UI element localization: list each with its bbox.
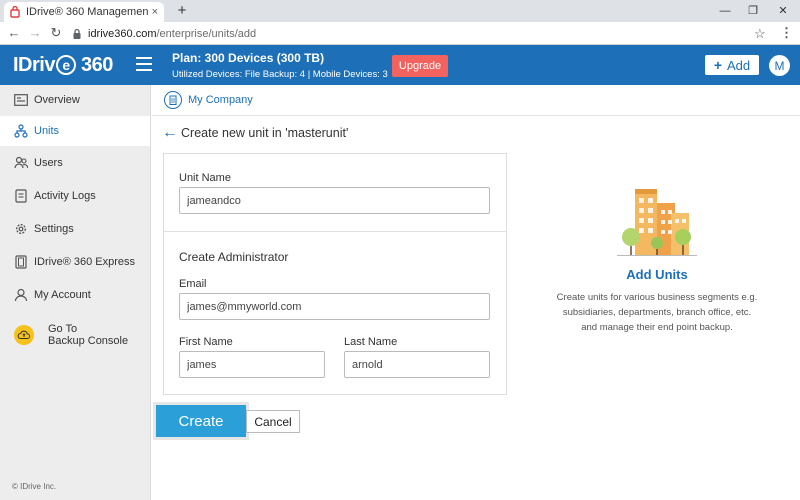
breadcrumb: My Company — [152, 85, 800, 116]
users-icon — [14, 156, 28, 170]
tab-title: IDrive® 360 Management Conso — [26, 6, 148, 18]
idrive360-logo[interactable]: IDriv e 360 — [13, 52, 113, 78]
browser-menu-icon[interactable]: ⋮ — [780, 25, 793, 41]
overview-icon — [14, 93, 28, 107]
last-name-field[interactable] — [344, 351, 490, 378]
account-icon — [14, 288, 28, 302]
first-name-label: First Name — [179, 336, 233, 348]
promo-description: Create units for various business segmen… — [552, 290, 762, 335]
unit-form-card: Unit Name Create Administrator Email Fir… — [163, 153, 507, 395]
address-bar: ← → ↻ idrive360.com/enterprise/units/add… — [0, 22, 800, 45]
email-label: Email — [179, 278, 207, 290]
unit-name-input[interactable] — [179, 187, 490, 214]
sidebar-item-label: Activity Logs — [34, 190, 96, 202]
first-name-field[interactable] — [179, 351, 325, 378]
url-path: /enterprise/units/add — [156, 27, 257, 40]
promo-line-1: Create units for various business segmen… — [556, 292, 758, 303]
brand-prefix: IDriv — [13, 53, 55, 76]
bookmark-star-icon[interactable]: ☆ — [754, 26, 766, 42]
main-content: My Company ← Create new unit in 'masteru… — [152, 85, 800, 500]
units-icon — [14, 124, 28, 138]
promo-title: Add Units — [626, 267, 688, 282]
last-name-label: Last Name — [344, 336, 398, 348]
avatar[interactable]: M — [769, 55, 790, 76]
add-button[interactable]: + Add — [705, 55, 759, 75]
browser-tab-bar: IDrive® 360 Management Conso × + — ❐ ✕ — [0, 0, 800, 22]
company-link[interactable]: My Company — [188, 94, 253, 106]
sidebar-item-express[interactable]: IDrive® 360 Express — [0, 247, 150, 277]
email-field[interactable] — [179, 293, 490, 320]
activity-logs-icon — [14, 189, 28, 203]
sidebar: Overview Units Users Activity Logs Setti… — [0, 85, 151, 500]
upgrade-button[interactable]: Upgrade — [392, 55, 448, 77]
sidebar-item-label: IDrive® 360 Express — [34, 256, 136, 268]
company-building-icon — [164, 91, 182, 109]
brand-e: e — [55, 55, 76, 75]
unit-name-label: Unit Name — [179, 172, 231, 184]
sidebar-item-activity-logs[interactable]: Activity Logs — [0, 181, 150, 211]
minimize-button[interactable]: — — [710, 0, 740, 22]
tab-close-icon[interactable]: × — [152, 6, 158, 18]
sidebar-item-backup-console[interactable]: Go To Backup Console — [0, 318, 150, 352]
backup-console-label: Go To Backup Console — [48, 323, 128, 347]
sidebar-item-units[interactable]: Units — [0, 116, 150, 146]
gear-icon — [14, 222, 28, 236]
browser-tab[interactable]: IDrive® 360 Management Conso × — [4, 2, 164, 22]
new-tab-button[interactable]: + — [174, 2, 190, 20]
sidebar-item-label: Settings — [34, 223, 74, 235]
plus-icon: + — [713, 57, 723, 73]
page-title: Create new unit in 'masterunit' — [181, 126, 349, 140]
sidebar-item-label: Users — [34, 157, 63, 169]
sidebar-item-label: Overview — [34, 94, 80, 106]
forward-nav-icon[interactable]: → — [27, 25, 43, 41]
buildings-illustration-icon — [617, 189, 697, 256]
section-divider — [164, 231, 506, 232]
back-arrow-icon[interactable]: ← — [162, 125, 178, 141]
app-header: IDriv e 360 Plan: 300 Devices (300 TB) Uti… — [0, 45, 800, 85]
sidebar-item-settings[interactable]: Settings — [0, 214, 150, 244]
brand-suffix: 360 — [80, 53, 113, 76]
sidebar-item-users[interactable]: Users — [0, 148, 150, 178]
create-button[interactable]: Create — [156, 405, 246, 437]
promo-line-3: and manage their end point backup. — [581, 322, 733, 333]
promo-line-2: subsidiaries, departments, branch office… — [562, 307, 752, 318]
copyright-text: © IDrive Inc. — [12, 482, 57, 491]
plan-usage: Utilized Devices: File Backup: 4 | Mobil… — [172, 69, 388, 80]
cloud-upload-icon — [14, 325, 34, 345]
plan-info: Plan: 300 Devices (300 TB) Utilized Devi… — [172, 51, 388, 80]
back-nav-icon[interactable]: ← — [6, 25, 22, 41]
url-field[interactable]: idrive360.com/enterprise/units/add — [72, 24, 762, 43]
add-units-promo: Add Units Create units for various busin… — [552, 185, 762, 335]
sidebar-item-label: My Account — [34, 289, 91, 301]
cancel-button[interactable]: Cancel — [246, 410, 300, 433]
plan-title: Plan: 300 Devices (300 TB) — [172, 51, 325, 65]
add-label: Add — [727, 57, 751, 73]
sidebar-item-my-account[interactable]: My Account — [0, 280, 150, 310]
backup-line1: Go To — [48, 323, 78, 335]
backup-line2: Backup Console — [48, 335, 129, 347]
sidebar-item-overview[interactable]: Overview — [0, 85, 150, 115]
sidebar-item-label: Units — [34, 125, 60, 137]
admin-section-title: Create Administrator — [179, 250, 289, 264]
reload-icon[interactable]: ↻ — [48, 25, 64, 41]
express-icon — [14, 255, 28, 269]
lock-icon — [72, 28, 82, 40]
hamburger-menu-icon[interactable] — [136, 57, 152, 71]
restore-button[interactable]: ❐ — [738, 0, 768, 22]
window-close-button[interactable]: ✕ — [768, 0, 798, 22]
idrive-favicon-icon — [10, 6, 20, 18]
url-host: idrive360.com — [88, 27, 157, 40]
